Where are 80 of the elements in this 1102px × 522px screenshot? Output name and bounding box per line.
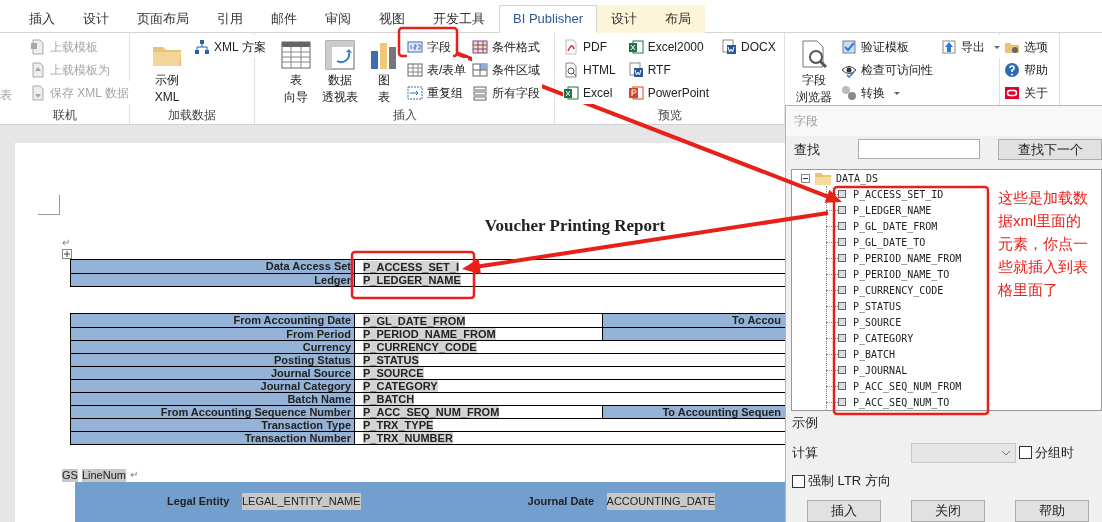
ribbon-tab[interactable]: 页面布局 xyxy=(123,5,203,33)
tree-item[interactable]: P_CURRENCY_CODE xyxy=(853,282,944,298)
dialog-button[interactable]: 关闭 xyxy=(911,500,985,522)
ribbon-button[interactable]: 所有字段 xyxy=(472,81,543,104)
tree-item[interactable]: P_CATEGORY xyxy=(853,330,914,346)
ribbon-button[interactable]: 表 向导 xyxy=(277,35,315,107)
ribbon-button[interactable]: 导出 xyxy=(941,35,1003,58)
find-next-button[interactable]: 查找下一个 xyxy=(998,138,1102,160)
panel-title: 字段 xyxy=(794,112,818,130)
tree-item[interactable]: P_LEDGER_NAME xyxy=(853,202,932,218)
field-label: Legal Entity xyxy=(167,494,231,509)
field-tag: P_BATCH xyxy=(363,393,415,405)
tree-item[interactable]: P_STATUS xyxy=(853,298,902,314)
field-tag: P_CURRENCY_CODE xyxy=(363,341,477,353)
ribbon-tab[interactable]: 插入 xyxy=(15,5,69,33)
find-label: 查找 xyxy=(794,140,821,159)
paragraph-mark: ↵ xyxy=(62,238,70,248)
group-label: 联机 xyxy=(51,107,78,123)
field-tag: LEGAL_ENTITY_NAME xyxy=(242,493,361,510)
table-cell: Data Access Set xyxy=(71,260,355,273)
table-cell: Currency xyxy=(71,341,355,353)
tree-item[interactable]: P_GL_DATE_TO xyxy=(853,234,926,250)
tree-item[interactable]: P_PERIOD_NAME_TO xyxy=(853,266,950,282)
tree-item[interactable]: P_ACC_SEQ_NUM_FROM xyxy=(853,378,962,394)
tree-item[interactable]: P_ACCESS_SET_ID xyxy=(853,186,944,202)
table-cell: Transaction Type xyxy=(71,419,355,431)
ribbon-tab[interactable]: 引用 xyxy=(203,5,257,33)
field-tag: P_LEDGER_NAME xyxy=(363,274,461,286)
ribbon-tab[interactable]: BI Publisher xyxy=(499,5,598,33)
group-label: 预览 xyxy=(656,107,683,123)
field-tag: P_TRX_TYPE xyxy=(363,419,434,431)
table-cell: Journal Source xyxy=(71,367,355,379)
table-cell: Journal Category xyxy=(71,380,355,392)
ribbon-tab[interactable]: 邮件 xyxy=(257,5,311,33)
group-label: 插入 xyxy=(391,107,418,123)
checkbox-label: 分组时 xyxy=(1035,443,1074,462)
table-cell: From Period xyxy=(71,328,355,340)
ribbon-button[interactable]: 数据 透视表 xyxy=(319,35,361,107)
table-cell: From Accounting Sequence Number xyxy=(71,406,355,418)
field-tag: P_SOURCE xyxy=(363,367,424,379)
ribbon-button[interactable]: 条件区域 xyxy=(472,58,543,81)
ribbon-tab[interactable]: 开发工具 xyxy=(419,5,499,33)
table-cell: Transaction Number xyxy=(71,432,355,444)
group-label: 加载数据 xyxy=(167,107,217,123)
field-tag: P_STATUS xyxy=(363,354,419,366)
calculation-label: 计算 xyxy=(792,443,819,462)
table-cell: From Accounting Date xyxy=(71,314,355,327)
annotation-note: 这些是加载数据xml里面的元素，你点一些就插入到表格里面了 xyxy=(998,188,1089,300)
ribbon-tab[interactable]: 设计 xyxy=(69,5,123,33)
field-tag: P_ACCESS_SET_I xyxy=(363,260,459,273)
field-tag: GS xyxy=(62,468,78,482)
ribbon-tab[interactable]: 审阅 xyxy=(311,5,365,33)
ribbon-tab[interactable]: 设计 xyxy=(597,5,652,33)
field-tag: ACCOUNTING_DATE xyxy=(606,493,716,510)
field-tag: P_TRX_NUMBER xyxy=(363,432,453,444)
report-title: Voucher Printing Report xyxy=(484,215,666,238)
tree-item[interactable]: P_GL_DATE_FROM xyxy=(853,218,938,234)
paragraph-mark: ↵ xyxy=(129,470,138,480)
field-tag: P_GL_DATE_FROM xyxy=(363,314,466,327)
field-tag: P_PERIOD_NAME_FROM xyxy=(363,328,496,340)
table-cell: Posting Status xyxy=(71,354,355,366)
tree-item[interactable]: DATA_DS xyxy=(836,170,879,186)
dialog-button[interactable]: 插入 xyxy=(807,500,881,522)
tree-item[interactable]: P_BATCH xyxy=(853,346,896,362)
field-tag: P_CATEGORY xyxy=(363,380,438,392)
tree-item[interactable]: P_SOURCE xyxy=(853,314,902,330)
ribbon-button[interactable]: 图 表 xyxy=(365,35,403,107)
field-tag: P_ACC_SEQ_NUM_FROM xyxy=(363,406,500,418)
ribbon-tab[interactable]: 视图 xyxy=(365,5,419,33)
table-cell: Ledger xyxy=(71,274,355,286)
tree-item[interactable]: P_JOURNAL xyxy=(853,362,908,378)
tree-item[interactable]: P_PERIOD_NAME_FROM xyxy=(853,250,962,266)
field-tag: LineNum xyxy=(81,468,126,482)
dialog-button[interactable]: 帮助 xyxy=(1015,500,1089,522)
ribbon-button[interactable]: 示例 XML xyxy=(148,35,186,107)
ribbon-button[interactable]: XML 方案 xyxy=(194,35,268,58)
ribbon-tab[interactable]: 布局 xyxy=(651,5,706,33)
checkbox-label: 强制 LTR 方向 xyxy=(808,472,891,491)
table-cell: Batch Name xyxy=(71,393,355,405)
field-label: Journal Date xyxy=(527,494,596,509)
